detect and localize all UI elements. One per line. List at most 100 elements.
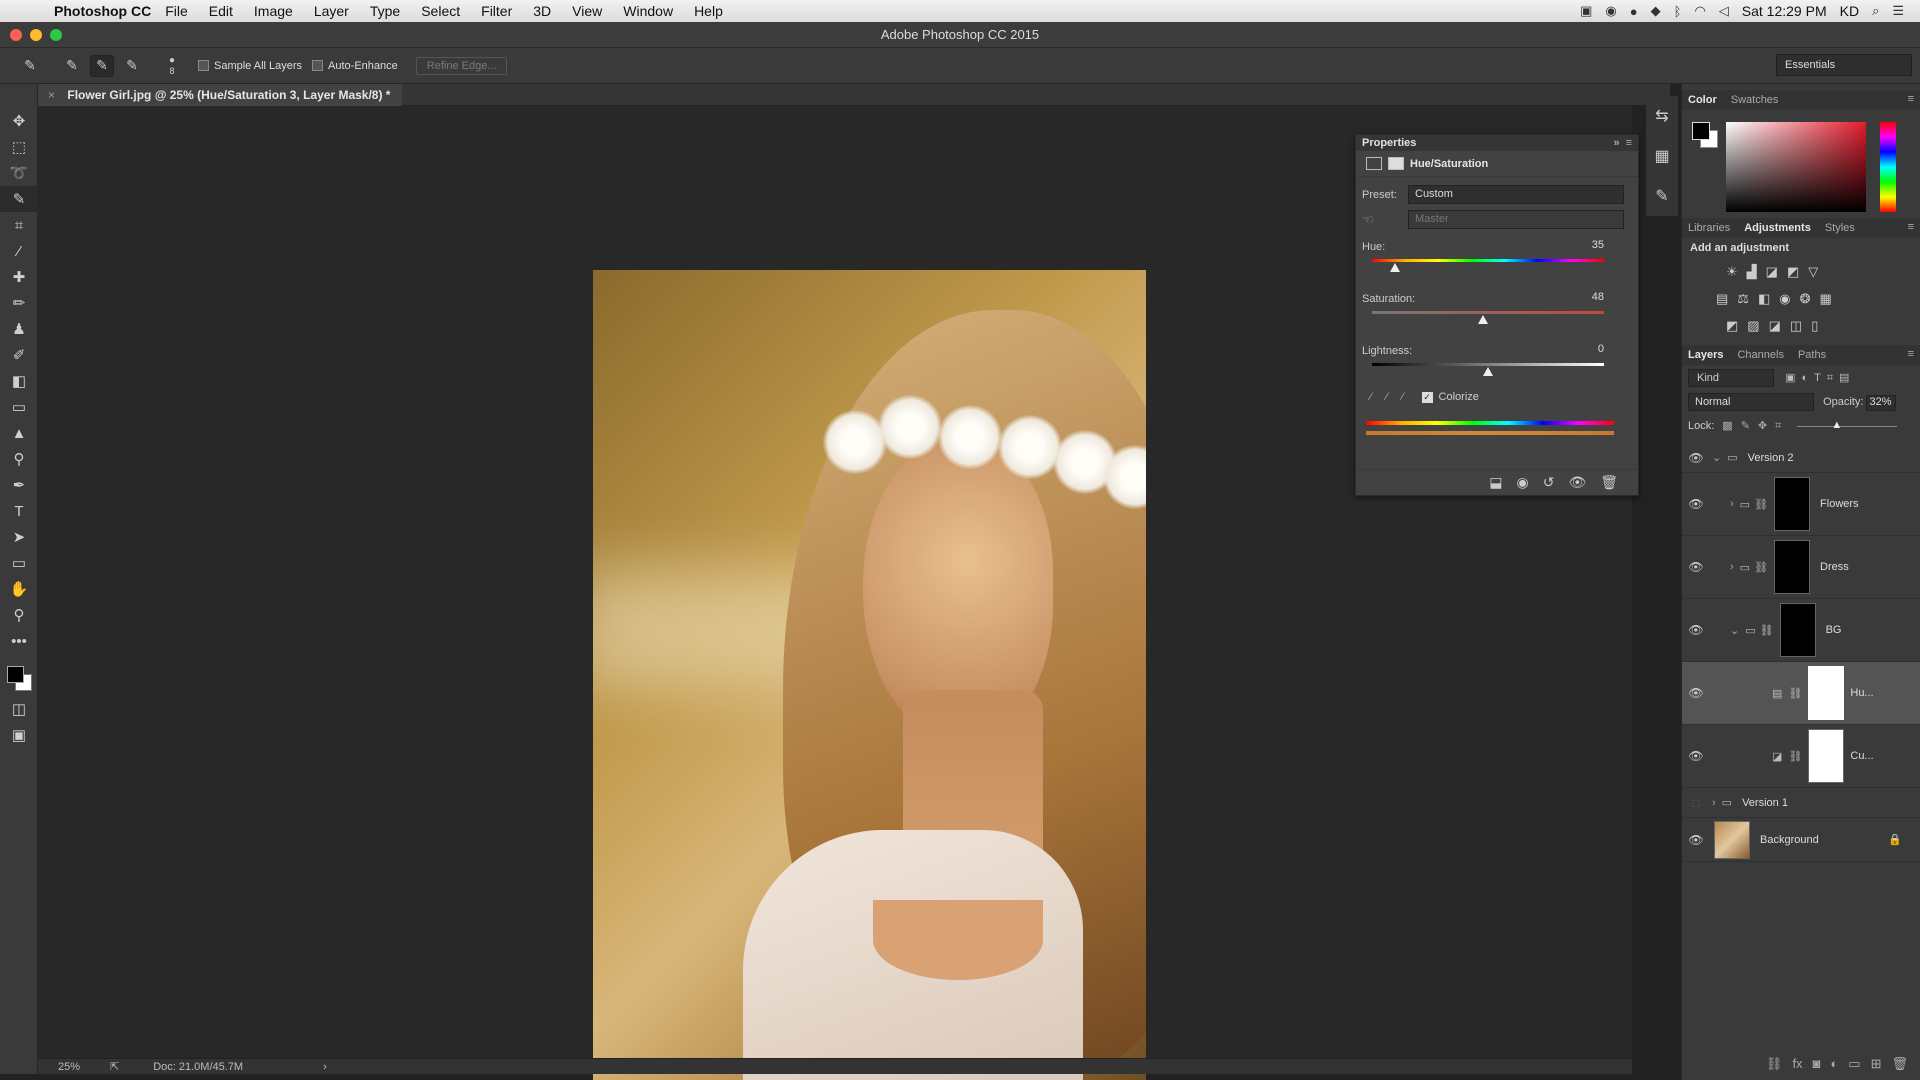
exposure-icon[interactable]: ◩	[1787, 264, 1799, 280]
close-window-button[interactable]	[10, 29, 22, 41]
visibility-eye-icon[interactable]: 👁	[1684, 833, 1708, 847]
expand-chevron-down-icon[interactable]: ⌄	[1730, 624, 1739, 637]
history-brush-tool-icon[interactable]: ✐	[0, 342, 38, 368]
layer-mask-thumbnail[interactable]	[1779, 603, 1816, 657]
opacity-slider[interactable]: ▲	[1797, 419, 1898, 431]
eyedropper-tool-icon[interactable]: ⁄	[0, 238, 38, 264]
visibility-eye-icon[interactable]: 👁	[1684, 497, 1708, 511]
layer-row[interactable]: 👁 Background 🔒	[1682, 818, 1920, 862]
visibility-eye-icon[interactable]: 👁	[1684, 749, 1708, 763]
auto-enhance-checkbox[interactable]	[312, 60, 324, 71]
flower-girl-photo[interactable]	[593, 270, 1146, 1080]
clock[interactable]: Sat 12:29 PM	[1742, 3, 1827, 19]
panel-foreground-swatch[interactable]	[1692, 122, 1710, 140]
tab-swatches[interactable]: Swatches	[1731, 94, 1779, 106]
visibility-eye-icon[interactable]: □	[1684, 796, 1708, 810]
brush-tool-icon[interactable]: ✏	[0, 290, 38, 316]
expand-chevron-right-icon[interactable]: ›	[1712, 797, 1716, 809]
channel-mixer-icon[interactable]: ❂	[1800, 291, 1811, 307]
type-tool-icon[interactable]: T	[0, 498, 38, 524]
reset-icon[interactable]: ↺	[1543, 474, 1555, 491]
color-lookup-icon[interactable]: ▦	[1820, 291, 1832, 307]
visibility-eye-icon[interactable]: 👁	[1684, 623, 1708, 637]
blur-tool-icon[interactable]: ▲	[0, 420, 38, 446]
gradient-map-icon[interactable]: ▯	[1811, 318, 1818, 334]
tab-paths[interactable]: Paths	[1798, 349, 1826, 361]
camera-icon[interactable]: ▣	[1580, 3, 1592, 19]
menu-edit[interactable]: Edit	[209, 3, 233, 19]
menu-window[interactable]: Window	[623, 3, 673, 19]
tab-color[interactable]: Color	[1688, 94, 1717, 106]
menu-3d[interactable]: 3D	[533, 3, 551, 19]
quick-selection-tool-icon[interactable]: ✎	[0, 186, 38, 212]
marquee-tool-icon[interactable]: ⬚	[0, 134, 38, 160]
visibility-eye-icon[interactable]: 👁	[1684, 451, 1708, 465]
link-icon[interactable]: ⛓	[1788, 687, 1802, 700]
curves-icon[interactable]: ◪	[1766, 264, 1778, 280]
lightness-slider-knob[interactable]	[1483, 367, 1493, 376]
color-balance-icon[interactable]: ⚖	[1737, 291, 1749, 307]
refine-edge-button[interactable]: Refine Edge...	[415, 56, 508, 75]
levels-icon[interactable]: ▟	[1747, 264, 1757, 280]
user-name[interactable]: KD	[1840, 3, 1859, 19]
hue-strip[interactable]	[1880, 122, 1896, 212]
adjustments-panel-menu-icon[interactable]: ≡	[1908, 221, 1914, 233]
layer-row[interactable]: 👁 ⌄ ▭ ⛓ BG	[1682, 599, 1920, 662]
layer-mask-thumbnail[interactable]	[1808, 729, 1845, 783]
workspace-switcher[interactable]: Essentials	[1776, 54, 1912, 76]
eyedropper-icon[interactable]: ⁄	[1370, 391, 1372, 403]
clone-stamp-tool-icon[interactable]: ♟	[0, 316, 38, 342]
bluetooth-icon[interactable]: ᛒ	[1674, 4, 1682, 19]
dropbox-icon[interactable]: ◆	[1651, 3, 1661, 19]
layer-mask-thumbnail[interactable]	[1774, 477, 1811, 531]
visibility-eye-icon[interactable]: 👁	[1684, 686, 1708, 700]
link-layers-icon[interactable]: ⛓	[1766, 1056, 1783, 1076]
pen-tool-icon[interactable]: ✒	[0, 472, 38, 498]
layer-row-selected[interactable]: 👁 ▤ ⛓ Hu...	[1682, 662, 1920, 725]
view-previous-state-icon[interactable]: ◉	[1516, 474, 1528, 491]
menu-layer[interactable]: Layer	[314, 3, 349, 19]
document-size[interactable]: Doc: 21.0M/45.7M	[153, 1061, 243, 1073]
selective-color-icon[interactable]: ◫	[1790, 318, 1802, 334]
menu-select[interactable]: Select	[421, 3, 460, 19]
more-tools-icon[interactable]: •••	[0, 628, 38, 654]
saturation-slider-knob[interactable]	[1478, 315, 1489, 324]
hue-slider-knob[interactable]	[1390, 263, 1401, 272]
saturation-slider[interactable]: 48	[1362, 291, 1624, 324]
expand-chevron-down-icon[interactable]: ⌄	[1712, 451, 1721, 464]
layer-style-icon[interactable]: fx	[1792, 1056, 1802, 1076]
foreground-color-swatch[interactable]	[7, 666, 24, 683]
brush-presets-panel-icon[interactable]: ✎	[1646, 176, 1678, 216]
hue-slider[interactable]: 35	[1362, 239, 1624, 272]
hue-saturation-icon[interactable]: ▤	[1716, 291, 1728, 307]
sample-all-layers-checkbox[interactable]	[198, 60, 209, 71]
visibility-eye-icon[interactable]: 👁	[1684, 560, 1708, 574]
add-to-selection-icon[interactable]: ✎	[90, 54, 114, 77]
screen-mode-icon[interactable]: ▣	[0, 722, 38, 748]
brush-picker[interactable]: ● 8	[160, 55, 184, 77]
targeted-adjustment-icon[interactable]: ☜	[1362, 212, 1408, 228]
layer-mask-thumbnail[interactable]	[1808, 666, 1845, 720]
blend-mode-select[interactable]: Normal	[1688, 393, 1814, 411]
new-group-icon[interactable]: ▭	[1848, 1056, 1860, 1076]
channel-select[interactable]: Master	[1408, 210, 1624, 229]
clip-to-layer-icon[interactable]: ⬓	[1489, 474, 1502, 491]
zoom-level[interactable]: 25%	[38, 1061, 98, 1073]
notification-center-icon[interactable]: ☰	[1892, 3, 1904, 19]
layer-row[interactable]: 👁 ⌄ ▭ Version 2	[1682, 443, 1920, 473]
color-picker-field[interactable]	[1726, 122, 1866, 212]
gradient-tool-icon[interactable]: ▭	[0, 394, 38, 420]
creative-cloud-icon[interactable]: ◉	[1605, 3, 1616, 19]
opacity-input[interactable]: 32%	[1866, 395, 1897, 411]
layer-row[interactable]: 👁 › ▭ ⛓ Flowers	[1682, 473, 1920, 536]
subtract-from-sample-icon[interactable]: ⁄	[1402, 391, 1404, 403]
properties-panel-icon[interactable]: ▦	[1646, 136, 1678, 176]
menu-filter[interactable]: Filter	[481, 3, 512, 19]
tab-channels[interactable]: Channels	[1737, 349, 1783, 361]
eraser-tool-icon[interactable]: ◧	[0, 368, 38, 394]
lightness-slider[interactable]: 0	[1362, 343, 1624, 376]
brightness-contrast-icon[interactable]: ☀	[1726, 264, 1738, 280]
delete-adjustment-icon[interactable]: 🗑	[1600, 474, 1618, 491]
kind-filter-select[interactable]: Kind	[1688, 369, 1774, 387]
link-icon[interactable]: ⛓	[1760, 624, 1774, 637]
